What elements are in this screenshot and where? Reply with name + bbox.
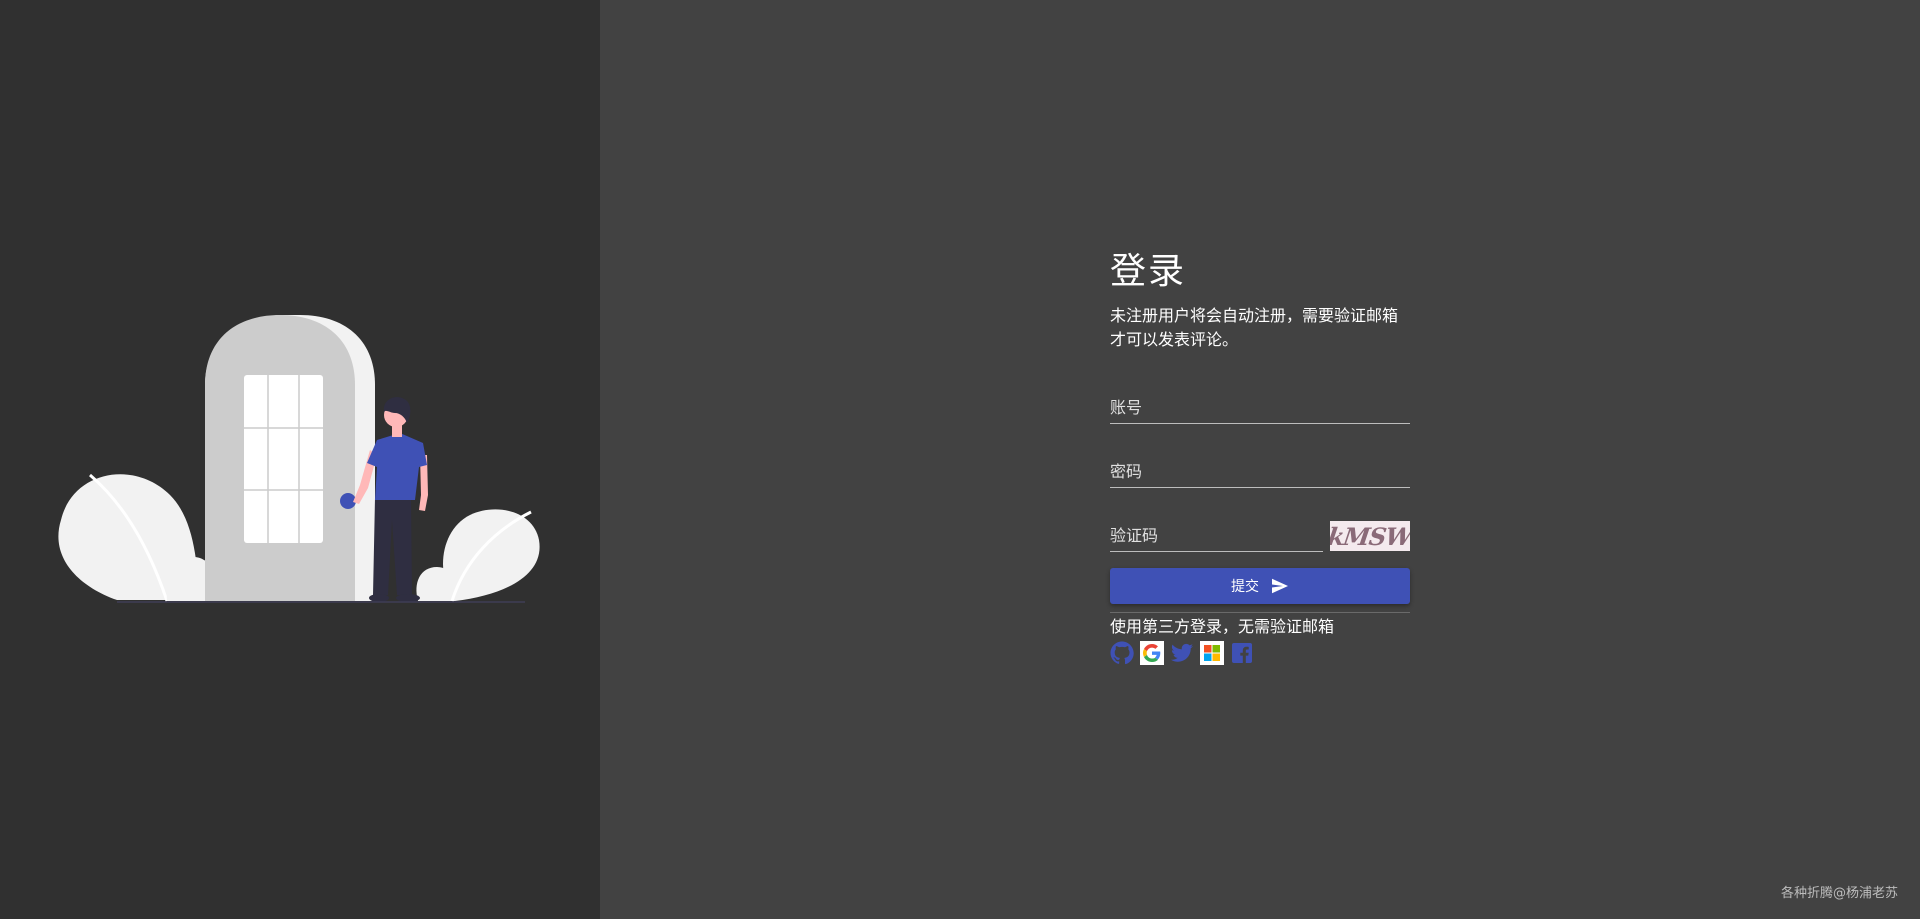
- password-field: [1110, 456, 1410, 488]
- github-icon[interactable]: [1110, 641, 1134, 665]
- login-title: 登录: [1110, 251, 1187, 292]
- login-subtitle: 未注册用户将会自动注册，需要验证邮箱才可以发表评论。: [1110, 306, 1399, 349]
- social-login-row: [1110, 641, 1410, 665]
- submit-button[interactable]: 提交: [1110, 568, 1410, 604]
- facebook-icon[interactable]: [1230, 641, 1254, 665]
- captcha-image[interactable]: kMSW: [1330, 521, 1410, 551]
- captcha-input[interactable]: [1110, 520, 1323, 551]
- account-field: [1110, 392, 1410, 424]
- submit-label: 提交: [1231, 579, 1259, 595]
- captcha-row: kMSW: [1110, 520, 1410, 552]
- google-icon[interactable]: [1140, 641, 1164, 665]
- left-panel: [0, 0, 600, 919]
- microsoft-icon[interactable]: [1200, 641, 1224, 665]
- twitter-icon[interactable]: [1170, 641, 1194, 665]
- login-form: 登录 未注册用户将会自动注册，需要验证邮箱才可以发表评论。 kMSW 提交 使用…: [1110, 248, 1410, 665]
- account-input[interactable]: [1110, 392, 1410, 423]
- captcha-field: [1110, 520, 1323, 552]
- divider: [1110, 612, 1410, 613]
- captcha-text: kMSW: [1330, 521, 1410, 551]
- door-illustration: [58, 315, 540, 603]
- third-party-login-text: 使用第三方登录，无需验证邮箱: [1110, 617, 1335, 636]
- send-icon: [1272, 578, 1288, 594]
- footer-credit: 各种折腾@杨浦老苏: [1780, 886, 1898, 901]
- password-input[interactable]: [1110, 456, 1410, 487]
- door-window: [244, 375, 323, 543]
